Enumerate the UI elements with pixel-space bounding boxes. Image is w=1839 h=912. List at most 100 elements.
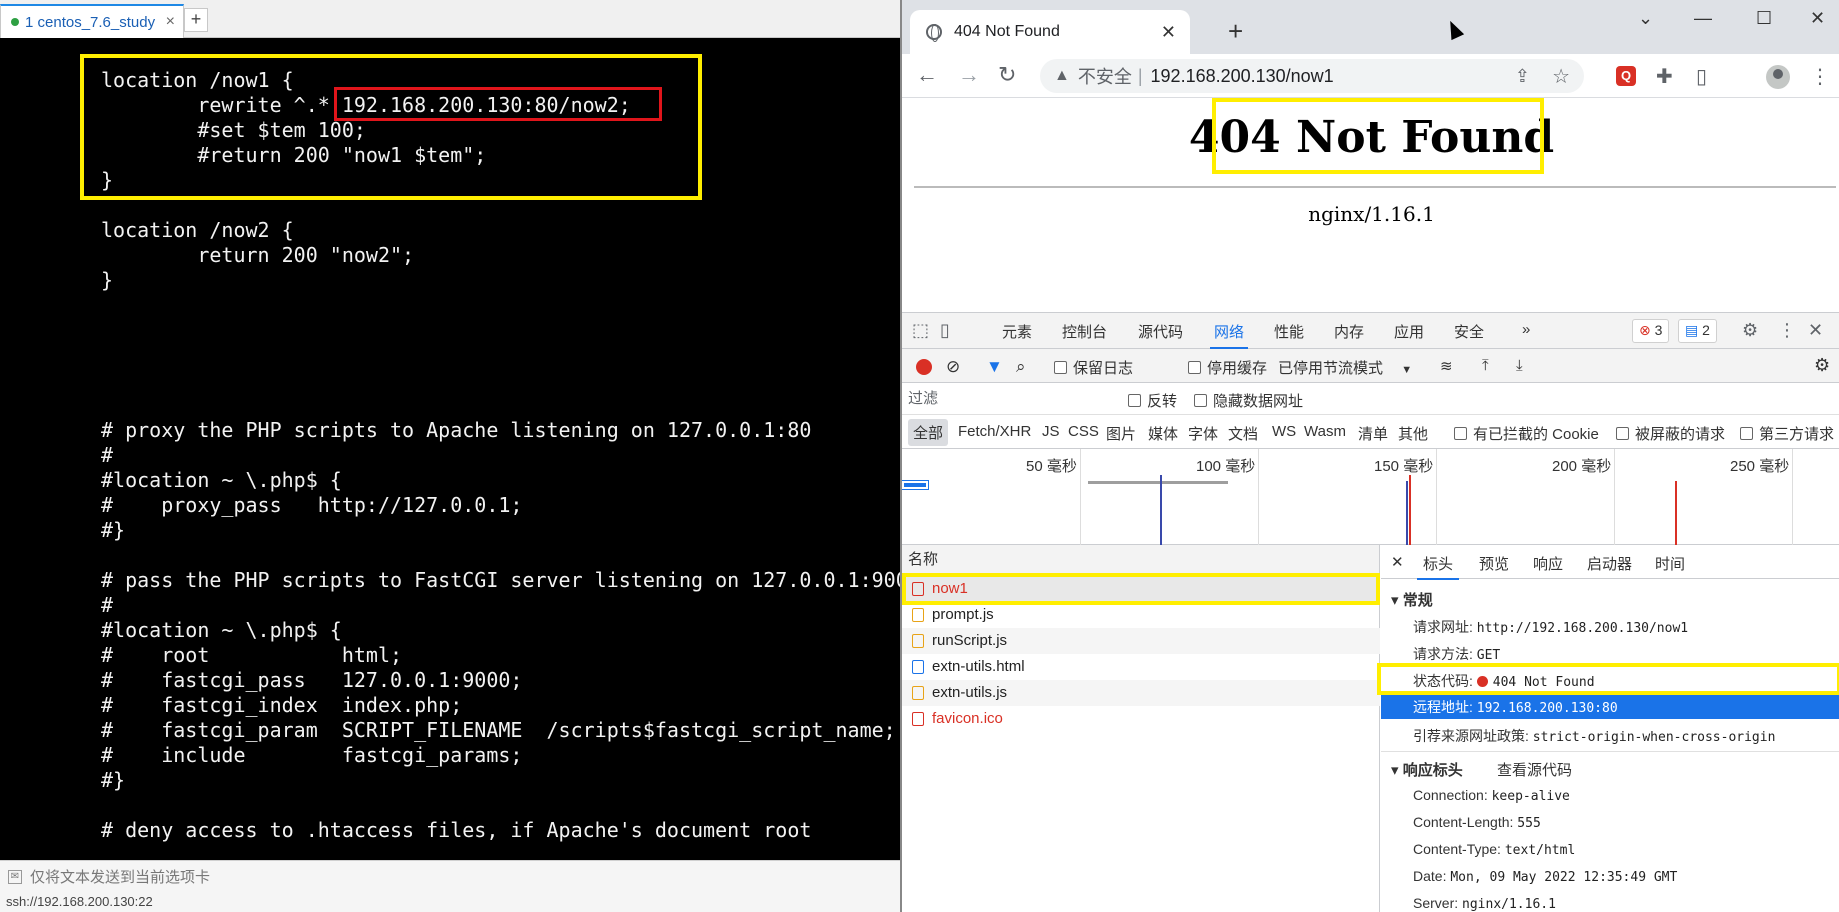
code-line: location /now2 { (101, 218, 294, 242)
close-devtools-icon[interactable]: ✕ (1808, 320, 1823, 341)
response-headers-section-header[interactable]: ▾ 响应标头 (1391, 759, 1463, 780)
request-row[interactable]: favicon.ico (902, 706, 1380, 732)
type-filter-font[interactable]: 字体 (1188, 423, 1218, 444)
network-toolbar: ⊘ ▼ ⌕ 保留日志 停用缓存 已停用节流模式 ▼ ≋ ⤒ ⤓ ⚙ (902, 349, 1839, 383)
browser-tab[interactable]: 404 Not Found ✕ (910, 10, 1190, 54)
close-icon[interactable]: ✕ (1161, 22, 1176, 43)
side-panel-icon[interactable]: ▯ (1696, 64, 1707, 89)
filter-input[interactable]: 过滤 (908, 388, 1108, 410)
error-count-badge[interactable]: ⊗ 3 (1632, 319, 1670, 343)
type-filter-media[interactable]: 媒体 (1148, 423, 1178, 444)
close-window-icon[interactable]: ✕ (1810, 8, 1825, 29)
request-row[interactable]: prompt.js (902, 602, 1380, 628)
tab-search-icon[interactable]: ⌄ (1638, 8, 1653, 29)
type-filter-all[interactable]: 全部 (908, 419, 949, 446)
request-name: extn-utils.js (932, 684, 1008, 701)
type-filter-img[interactable]: 图片 (1106, 423, 1136, 444)
network-timeline-overview[interactable]: 50 毫秒 100 毫秒 150 毫秒 200 毫秒 250 毫秒 (902, 449, 1839, 551)
terminal-tab[interactable]: 1 centos_7.6_study × (0, 4, 184, 38)
record-icon[interactable] (916, 359, 932, 375)
type-filter-wasm[interactable]: Wasm (1304, 423, 1346, 440)
gear-icon[interactable]: ⚙ (1742, 320, 1758, 341)
reload-icon[interactable]: ↻ (998, 62, 1016, 88)
tab-sources[interactable]: 源代码 (1138, 321, 1183, 342)
third-party-checkbox[interactable]: 第三方请求 (1740, 423, 1834, 444)
blocked-cookies-checkbox[interactable]: 有已拦截的 Cookie (1454, 423, 1599, 444)
tab-application[interactable]: 应用 (1394, 321, 1424, 342)
minimize-icon[interactable]: — (1694, 8, 1712, 29)
terminal-code[interactable]: location /now1 { rewrite ^.* 192.168.200… (0, 38, 900, 860)
close-icon[interactable]: × (166, 13, 175, 31)
type-filter-js[interactable]: JS (1042, 423, 1060, 440)
highlight-box-page-title (1212, 98, 1544, 174)
warning-icon[interactable]: ▲ (1054, 67, 1070, 85)
throttling-select[interactable]: 已停用节流模式 ▼ (1278, 357, 1412, 378)
request-row[interactable]: runScript.js (902, 628, 1380, 654)
view-source-link[interactable]: 查看源代码 (1497, 759, 1572, 780)
type-filter-css[interactable]: CSS (1068, 423, 1099, 440)
timeline-label: 100 毫秒 (1196, 458, 1256, 475)
address-url[interactable]: 192.168.200.130/now1 (1151, 66, 1334, 87)
blocked-requests-checkbox[interactable]: 被屏蔽的请求 (1616, 423, 1725, 444)
invert-checkbox[interactable]: 反转 (1128, 390, 1177, 411)
tab-memory[interactable]: 内存 (1334, 321, 1364, 342)
type-filter-manifest[interactable]: 清单 (1358, 423, 1388, 444)
tab-network[interactable]: 网络 (1209, 321, 1249, 349)
tab-response[interactable]: 响应 (1533, 553, 1563, 574)
browser-toolbar: ← → ↻ ▲ 不安全 | 192.168.200.130/now1 ⇪ ☆ Q… (902, 54, 1839, 98)
general-section-header[interactable]: ▾ 常规 (1391, 589, 1433, 610)
request-row[interactable]: extn-utils.js (902, 680, 1380, 706)
export-har-icon[interactable]: ⤓ (1516, 357, 1523, 374)
network-settings-gear-icon[interactable]: ⚙ (1814, 355, 1830, 376)
detail-tab-bar: ✕ 标头 预览 响应 启动器 时间 (1381, 545, 1839, 580)
menu-kebab-icon[interactable]: ⋮ (1810, 64, 1830, 89)
request-row[interactable]: extn-utils.html (902, 654, 1380, 680)
tab-preview[interactable]: 预览 (1479, 553, 1509, 574)
message-count-badge[interactable]: ▤ 2 (1678, 319, 1717, 343)
inspect-element-icon[interactable]: ⬚ (912, 320, 929, 341)
type-filter-doc[interactable]: 文档 (1228, 423, 1258, 444)
filter-icon[interactable]: ▼ (986, 357, 1003, 377)
tab-elements[interactable]: 元素 (1002, 321, 1032, 342)
new-tab-button[interactable]: + (184, 8, 208, 32)
profile-avatar[interactable] (1766, 65, 1790, 89)
tab-initiator[interactable]: 启动器 (1587, 553, 1632, 574)
disable-cache-checkbox[interactable]: 停用缓存 (1188, 357, 1267, 378)
checkbox-icon (1128, 394, 1141, 407)
tab-security[interactable]: 安全 (1454, 321, 1484, 342)
list-header-name[interactable]: 名称 (902, 545, 1379, 575)
type-filter-other[interactable]: 其他 (1398, 423, 1428, 444)
bookmark-star-icon[interactable]: ☆ (1552, 64, 1570, 89)
preserve-log-checkbox[interactable]: 保留日志 (1054, 357, 1133, 378)
insecure-label[interactable]: 不安全 (1078, 63, 1132, 89)
extension-red-icon[interactable]: Q (1616, 66, 1636, 86)
close-detail-icon[interactable]: ✕ (1391, 553, 1404, 571)
new-tab-button[interactable]: + (1228, 16, 1243, 47)
tab-timing[interactable]: 时间 (1655, 553, 1685, 574)
timeline-label: 150 毫秒 (1374, 458, 1434, 475)
tab-performance[interactable]: 性能 (1274, 321, 1304, 342)
back-icon[interactable]: ← (916, 62, 938, 88)
header-remote-address[interactable]: 远程地址: 192.168.200.130:80 (1381, 695, 1839, 719)
hide-data-urls-checkbox[interactable]: 隐藏数据网址 (1194, 390, 1303, 411)
code-line: # include fastcgi_params; (101, 743, 523, 767)
send-to-tab-input[interactable]: ✉ 仅将文本发送到当前选项卡 (0, 860, 900, 892)
devtools-menu-icon[interactable]: ⋮ (1778, 320, 1796, 341)
request-name: favicon.ico (932, 710, 1003, 727)
address-bar[interactable]: ▲ 不安全 | 192.168.200.130/now1 ⇪ ☆ (1040, 59, 1584, 93)
share-icon[interactable]: ⇪ (1515, 66, 1530, 87)
forward-icon[interactable]: → (958, 62, 980, 88)
extensions-puzzle-icon[interactable]: ✚ (1656, 64, 1673, 89)
search-icon[interactable]: ⌕ (1016, 357, 1026, 377)
more-tabs-icon[interactable]: » (1522, 321, 1530, 338)
network-conditions-icon[interactable]: ≋ (1440, 357, 1453, 375)
clear-icon[interactable]: ⊘ (946, 357, 960, 377)
tab-headers[interactable]: 标头 (1416, 553, 1460, 580)
import-har-icon[interactable]: ⤒ (1482, 357, 1489, 374)
type-filter-xhr[interactable]: Fetch/XHR (958, 423, 1031, 440)
tab-console[interactable]: 控制台 (1062, 321, 1107, 342)
type-filter-ws[interactable]: WS (1272, 423, 1296, 440)
html-file-icon (912, 660, 924, 674)
maximize-icon[interactable]: ☐ (1756, 8, 1772, 29)
device-toolbar-icon[interactable]: ▯ (940, 320, 950, 341)
